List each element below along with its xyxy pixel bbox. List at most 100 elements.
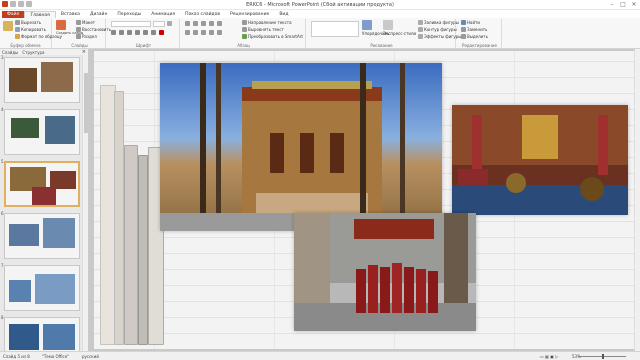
spacing-icon[interactable]	[151, 30, 156, 35]
align-left-icon[interactable]	[185, 30, 190, 35]
minimize-icon[interactable]: –	[608, 1, 616, 8]
layout-button[interactable]: Макет	[76, 20, 95, 25]
shadow-icon[interactable]	[143, 30, 148, 35]
italic-icon[interactable]	[119, 30, 124, 35]
brush-icon	[15, 34, 20, 39]
quick-styles-button[interactable]: Экспресс-стили	[383, 20, 416, 36]
section-button[interactable]: Раздел	[76, 34, 97, 39]
line-spacing-icon[interactable]	[217, 21, 222, 26]
tab-slideshow[interactable]: Показ слайдов	[180, 11, 225, 18]
replace-button[interactable]: Заменить	[461, 27, 487, 32]
monks-illustration	[294, 213, 476, 331]
slide-5[interactable]	[94, 51, 634, 349]
align-buttons	[185, 30, 222, 35]
monks-group-photo[interactable]	[294, 213, 476, 331]
font-family-select[interactable]	[111, 21, 151, 27]
quick-styles-label: Экспресс-стили	[383, 31, 417, 36]
slide-preview	[4, 265, 80, 311]
strikethrough-icon[interactable]	[135, 30, 140, 35]
slides-group-label: Слайды	[71, 43, 88, 48]
section-icon	[76, 34, 81, 39]
align-right-icon[interactable]	[201, 30, 206, 35]
shape-effects-label: Эффекты фигуры	[424, 34, 462, 39]
justify-icon[interactable]	[209, 30, 214, 35]
slide-thumbnail-list: 3 4 5 6 7 8	[0, 55, 88, 351]
tab-insert[interactable]: Вставка	[56, 11, 85, 18]
slide-thumbnail[interactable]: 6	[0, 211, 82, 261]
text-direction-icon	[242, 20, 247, 25]
find-button[interactable]: Найти	[461, 20, 480, 25]
slide-preview	[4, 109, 80, 155]
slide-thumbnail[interactable]: 4	[0, 107, 82, 157]
tab-file[interactable]: Файл	[2, 11, 25, 18]
align-text-icon	[242, 27, 247, 32]
text-direction-button[interactable]: Направление текста	[242, 20, 292, 25]
list-buttons	[185, 21, 222, 26]
font-format-buttons	[111, 30, 164, 35]
slide-preview	[4, 317, 80, 351]
editing-group-label: Редактирование	[462, 43, 497, 48]
columns-icon[interactable]	[217, 30, 222, 35]
tab-animations[interactable]: Анимация	[146, 11, 180, 18]
slide-thumbnail[interactable]: 8	[0, 315, 82, 351]
slide-preview	[4, 213, 80, 259]
bullets-icon[interactable]	[185, 21, 190, 26]
canvas-scrollbar[interactable]	[634, 49, 640, 351]
select-label: Выделить	[467, 34, 488, 39]
language-indicator[interactable]: русский	[82, 354, 99, 359]
copy-icon	[15, 27, 20, 32]
status-bar: Слайд 5 из 8 "Тема Office" русский ▭ ▦ ▣…	[0, 351, 640, 360]
slide-thumbnail-selected[interactable]: 5	[0, 159, 82, 209]
font-size-select[interactable]	[153, 21, 165, 27]
shape-effects-button[interactable]: Эффекты фигуры	[418, 34, 461, 39]
cut-label: Вырезать	[21, 20, 42, 25]
bold-icon[interactable]	[111, 30, 116, 35]
copy-button[interactable]: Копировать	[15, 27, 46, 32]
replace-label: Заменить	[467, 27, 488, 32]
window-title: ERKC6 - Microsoft PowerPoint (Сбой актив…	[246, 2, 394, 8]
slide-editing-canvas	[88, 49, 640, 351]
section-label: Раздел	[82, 34, 97, 39]
numbering-icon[interactable]	[193, 21, 198, 26]
tab-outline[interactable]: Структура	[22, 50, 44, 55]
reset-button[interactable]: Восстановить	[76, 27, 111, 32]
shape-fill-button[interactable]: Заливка фигуры	[418, 20, 459, 25]
temple-exterior-photo[interactable]	[160, 63, 442, 231]
font-color-icon[interactable]	[159, 30, 164, 35]
copy-label: Копировать	[21, 27, 46, 32]
increase-indent-icon[interactable]	[209, 21, 214, 26]
align-text-button[interactable]: Выровнять текст	[242, 27, 284, 32]
layout-icon	[76, 20, 81, 25]
text-direction-label: Направление текста	[248, 20, 292, 25]
align-center-icon[interactable]	[193, 30, 198, 35]
grow-font-button[interactable]	[167, 21, 172, 26]
select-button[interactable]: Выделить	[461, 34, 488, 39]
slide-thumbnail[interactable]: 7	[0, 263, 82, 313]
scissors-icon	[15, 20, 20, 25]
tab-view[interactable]: Вид	[274, 11, 293, 18]
decrease-indent-icon[interactable]	[201, 21, 206, 26]
paste-button[interactable]	[3, 21, 13, 31]
slide-thumbnail[interactable]: 3	[0, 55, 82, 105]
tab-slides[interactable]: Слайды	[2, 50, 18, 55]
underline-icon[interactable]	[127, 30, 132, 35]
shapes-gallery[interactable]	[311, 21, 359, 37]
close-icon[interactable]: ✕	[630, 1, 638, 8]
tab-review[interactable]: Рецензирование	[225, 11, 274, 18]
tab-transitions[interactable]: Переходы	[112, 11, 146, 18]
cut-button[interactable]: Вырезать	[15, 20, 41, 25]
clipboard-group: Вырезать Копировать Формат по образцу Бу…	[0, 19, 62, 48]
tab-home[interactable]: Главная	[24, 11, 56, 18]
shape-outline-button[interactable]: Контур фигуры	[418, 27, 457, 32]
select-icon	[461, 34, 466, 39]
title-bar: ERKC6 - Microsoft PowerPoint (Сбой актив…	[0, 0, 640, 10]
maximize-icon[interactable]: □	[619, 1, 627, 8]
ribbon-tabs: Файл Главная Вставка Дизайн Переходы Ани…	[0, 10, 640, 18]
grow-font-icon	[167, 21, 172, 26]
zoom-slider-handle[interactable]	[602, 354, 604, 359]
tab-design[interactable]: Дизайн	[85, 11, 112, 18]
smartart-button[interactable]: Преобразовать в SmartArt	[242, 34, 303, 39]
temple-interior-photo[interactable]	[452, 105, 628, 215]
smartart-icon	[242, 34, 247, 39]
effects-icon	[418, 34, 423, 39]
